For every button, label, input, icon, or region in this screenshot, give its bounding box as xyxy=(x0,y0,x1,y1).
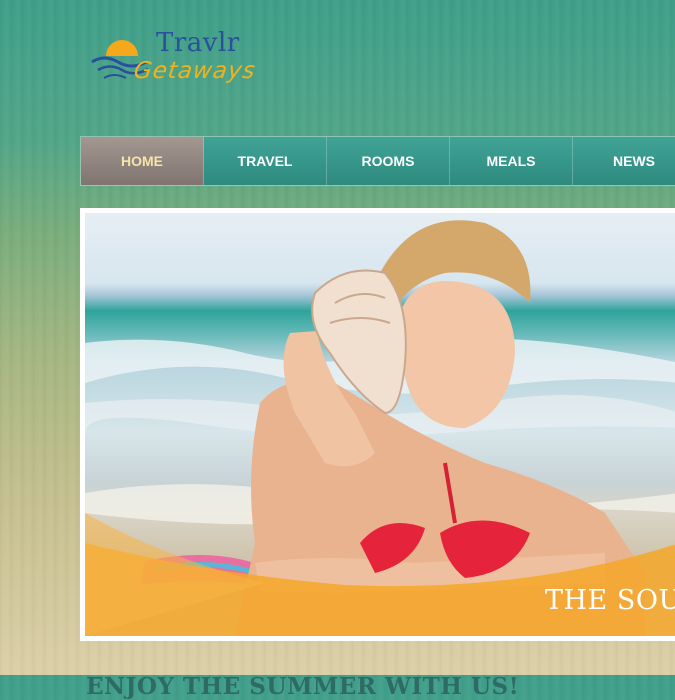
site-logo[interactable]: Travlr Getaways xyxy=(90,28,290,98)
hero-caption: THE SOU xyxy=(545,585,675,616)
hero-image: THE SOU xyxy=(85,213,675,636)
logo-text-travlr: Travlr xyxy=(156,28,240,58)
caption-band xyxy=(85,513,675,636)
main-nav: HOME TRAVEL ROOMS MEALS NEWS xyxy=(80,136,675,186)
page-title: ENJOY THE SUMMER WITH US! xyxy=(86,673,520,700)
logo-text-getaways: Getaways xyxy=(132,58,258,84)
nav-item-travel[interactable]: TRAVEL xyxy=(204,137,327,185)
nav-item-meals[interactable]: MEALS xyxy=(450,137,573,185)
nav-item-news[interactable]: NEWS xyxy=(573,137,675,185)
nav-item-home[interactable]: HOME xyxy=(81,137,204,185)
nav-item-rooms[interactable]: ROOMS xyxy=(327,137,450,185)
hero-slider[interactable]: THE SOU xyxy=(80,208,675,641)
